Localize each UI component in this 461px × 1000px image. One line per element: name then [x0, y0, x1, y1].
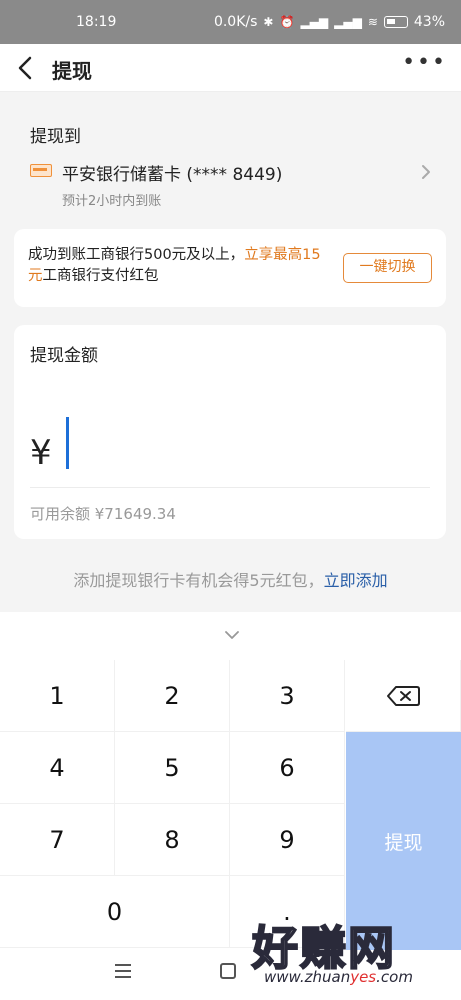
arrival-estimate: 预计2小时内到账 [62, 194, 162, 209]
chevron-right-icon [422, 165, 430, 179]
watermark-url-prefix: www.zhuan [264, 968, 351, 986]
withdraw-amount-section: 提现金额 ¥ 可用余额 ¥71649.34 [14, 325, 446, 539]
status-time: 18:19 [76, 14, 117, 30]
delete-key[interactable] [346, 660, 461, 732]
signal-icon-2: ▂▄▆ [334, 15, 362, 29]
key-4[interactable]: 4 [0, 732, 115, 804]
page-title: 提现 [52, 59, 92, 83]
network-speed: 0.0K/s [213, 14, 258, 30]
key-5[interactable]: 5 [115, 732, 230, 804]
currency-symbol: ¥ [30, 433, 52, 473]
withdraw-destination-section[interactable]: 提现到 平安银行储蓄卡 (**** 8449) 预计2小时内到账 [14, 104, 446, 214]
menu-icon[interactable] [114, 963, 132, 979]
battery-icon [383, 16, 408, 28]
key-8[interactable]: 8 [115, 804, 230, 876]
watermark-url-suffix: .com [376, 968, 413, 986]
more-options-icon[interactable]: ••• [402, 50, 447, 75]
alarm-icon: ⏰ [279, 15, 295, 29]
status-bar: 18:19 0.0K/s ✱ ⏰ ▂▄▆ ▂▄▆ ≋ 43% [0, 0, 461, 44]
amount-divider [30, 487, 430, 488]
available-balance: 可用余额 ¥71649.34 [30, 505, 176, 523]
bank-card-name: 平安银行储蓄卡 (**** 8449) [62, 165, 283, 185]
numeric-keypad: 1 2 3 4 5 6 7 8 9 0 . 提现 [0, 660, 461, 950]
withdraw-to-label: 提现到 [30, 127, 81, 147]
bluetooth-icon: ✱ [263, 15, 274, 29]
promo-text-part1: 成功到账工商银行500元及以上， [28, 247, 245, 263]
promo-banner: 成功到账工商银行500元及以上，立享最高15元工商银行支付红包 一键切换 [14, 229, 446, 307]
key-0[interactable]: 0 [0, 876, 230, 948]
status-icons: 0.0K/s ✱ ⏰ ▂▄▆ ▂▄▆ ≋ 43% [214, 14, 445, 30]
key-7[interactable]: 7 [0, 804, 115, 876]
amount-label: 提现金额 [30, 346, 98, 366]
key-1[interactable]: 1 [0, 660, 115, 732]
wifi-icon: ≋ [367, 15, 378, 29]
battery-level: 43% [413, 14, 445, 30]
promo-text: 成功到账工商银行500元及以上，立享最高15元工商银行支付红包 [28, 245, 328, 287]
chevron-down-icon[interactable] [224, 630, 240, 640]
key-2[interactable]: 2 [115, 660, 230, 732]
key-9[interactable]: 9 [230, 804, 345, 876]
header-bar: 提现 ••• [0, 44, 461, 92]
switch-card-button[interactable]: 一键切换 [343, 253, 432, 283]
keyboard-header [0, 612, 461, 660]
home-icon[interactable] [220, 963, 236, 979]
add-card-tip-text: 添加提现银行卡有机会得5元红包， [73, 571, 324, 590]
promo-text-part2: 工商银行支付红包 [42, 268, 159, 284]
key-6[interactable]: 6 [230, 732, 345, 804]
watermark-logo: 好赚网 www.zhuanyes.com [251, 912, 452, 992]
back-arrow-icon[interactable] [14, 54, 40, 82]
watermark-url: www.zhuanyes.com [264, 968, 413, 986]
signal-icon: ▂▄▆ [300, 15, 329, 29]
key-3[interactable]: 3 [230, 660, 345, 732]
watermark-url-highlight: yes [350, 968, 377, 986]
add-card-tip: 添加提现银行卡有机会得5元红包，立即添加 [0, 567, 461, 591]
amount-input-cursor[interactable] [66, 417, 69, 469]
add-card-link[interactable]: 立即添加 [324, 571, 388, 590]
backspace-icon [387, 685, 420, 706]
bank-card-icon [30, 164, 52, 177]
